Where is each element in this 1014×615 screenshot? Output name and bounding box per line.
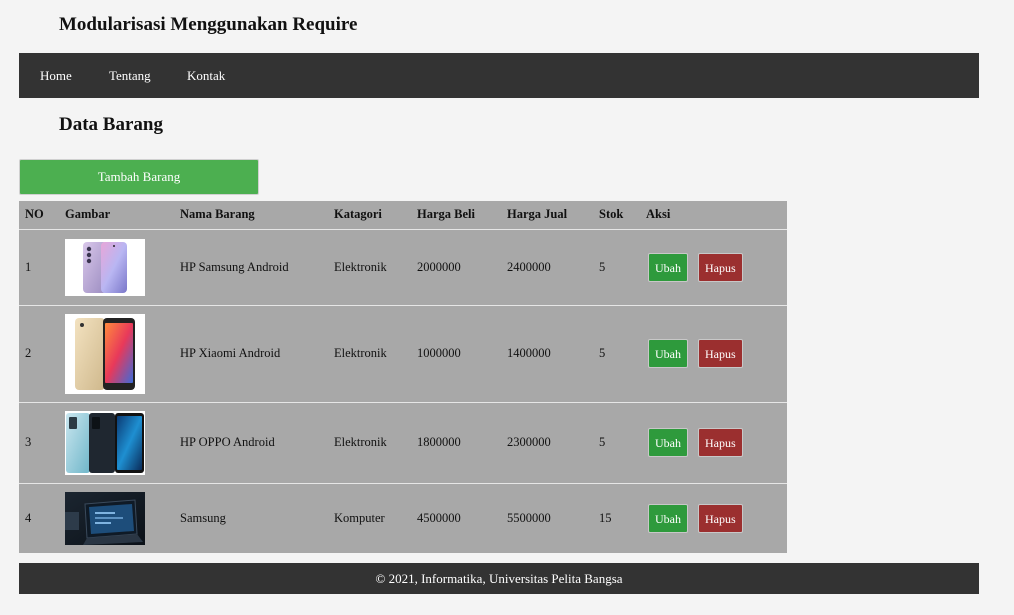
cell-category: Elektronik (328, 229, 411, 306)
edit-button[interactable]: Ubah (648, 428, 688, 457)
header-sell-price: Harga Jual (501, 201, 593, 230)
table-row: 3 HP OPPO Android Elektronik 1800000 230… (19, 402, 787, 484)
cell-stock: 15 (599, 510, 612, 525)
cell-stock: 5 (593, 402, 640, 484)
cell-stock: 5 (593, 229, 640, 306)
cell-no: 3 (19, 402, 59, 484)
cell-category: Elektronik (328, 305, 411, 403)
cell-buy-price: 4500000 (417, 510, 461, 525)
edit-button[interactable]: Ubah (648, 339, 688, 368)
header-image: Gambar (59, 201, 174, 230)
cell-name: HP Xiaomi Android (174, 305, 328, 403)
edit-button[interactable]: Ubah (648, 252, 688, 282)
nav-home-link[interactable]: Home (40, 53, 72, 98)
delete-button[interactable]: Hapus (698, 252, 743, 282)
footer: © 2021, Informatika, Universitas Pelita … (19, 563, 979, 594)
cell-name: HP Samsung Android (174, 229, 328, 306)
cell-sell-price: 5500000 (507, 510, 551, 525)
table-row: 4 Samsung Komputer 4500000 5500000 15 Ub… (19, 483, 787, 553)
page-heading: Data Barang (59, 114, 163, 135)
nav-about-link[interactable]: Tentang (109, 53, 151, 98)
cell-image (59, 229, 174, 306)
cell-actions: Ubah Hapus (640, 229, 787, 306)
navbar: Home Tentang Kontak (19, 53, 979, 98)
header-no: NO (19, 201, 59, 230)
cell-no: 2 (19, 305, 59, 403)
cell-image (59, 305, 174, 403)
cell-buy-price: 2000000 (411, 229, 501, 306)
cell-name: HP OPPO Android (174, 402, 328, 484)
header-category: Katagori (328, 201, 411, 230)
cell-stock: 5 (593, 305, 640, 403)
delete-button[interactable]: Hapus (698, 339, 743, 368)
cell-buy-price: 1000000 (411, 305, 501, 403)
oppo-phone-image (65, 410, 145, 475)
site-title: Modularisasi Menggunakan Require (59, 14, 358, 35)
cell-image (59, 483, 174, 553)
cell-category: Elektronik (328, 402, 411, 484)
cell-sell-price: 1400000 (501, 305, 593, 403)
table-header-row: NO Gambar Nama Barang Katagori Harga Bel… (19, 201, 787, 230)
delete-button[interactable]: Hapus (698, 503, 743, 533)
cell-actions: Ubah Hapus (640, 483, 787, 553)
samsung-phone-image (65, 238, 145, 296)
cell-actions: Ubah Hapus (640, 305, 787, 403)
cell-name: Samsung (180, 510, 226, 525)
header-stock: Stok (593, 201, 640, 230)
table-row: 1 HP Samsung Android Elektronik 2000000 … (19, 229, 787, 306)
items-table: NO Gambar Nama Barang Katagori Harga Bel… (19, 201, 787, 553)
cell-no: 1 (19, 229, 59, 306)
edit-button[interactable]: Ubah (648, 503, 688, 533)
cell-image (59, 402, 174, 484)
cell-sell-price: 2400000 (501, 229, 593, 306)
header-buy-price: Harga Beli (411, 201, 501, 230)
nav-contact-link[interactable]: Kontak (187, 53, 225, 98)
cell-no: 4 (25, 510, 32, 525)
header-actions: Aksi (640, 201, 787, 230)
cell-buy-price: 1800000 (411, 402, 501, 484)
table-row: 2 HP Xiaomi Android Elektronik 1000000 1… (19, 305, 787, 403)
add-item-button[interactable]: Tambah Barang (19, 159, 259, 195)
xiaomi-phone-image (65, 313, 145, 394)
footer-text: © 2021, Informatika, Universitas Pelita … (375, 570, 623, 586)
samsung-laptop-image (65, 491, 145, 545)
cell-actions: Ubah Hapus (640, 402, 787, 484)
delete-button[interactable]: Hapus (698, 428, 743, 457)
cell-category: Komputer (334, 510, 385, 525)
cell-sell-price: 2300000 (501, 402, 593, 484)
header-name: Nama Barang (174, 201, 328, 230)
